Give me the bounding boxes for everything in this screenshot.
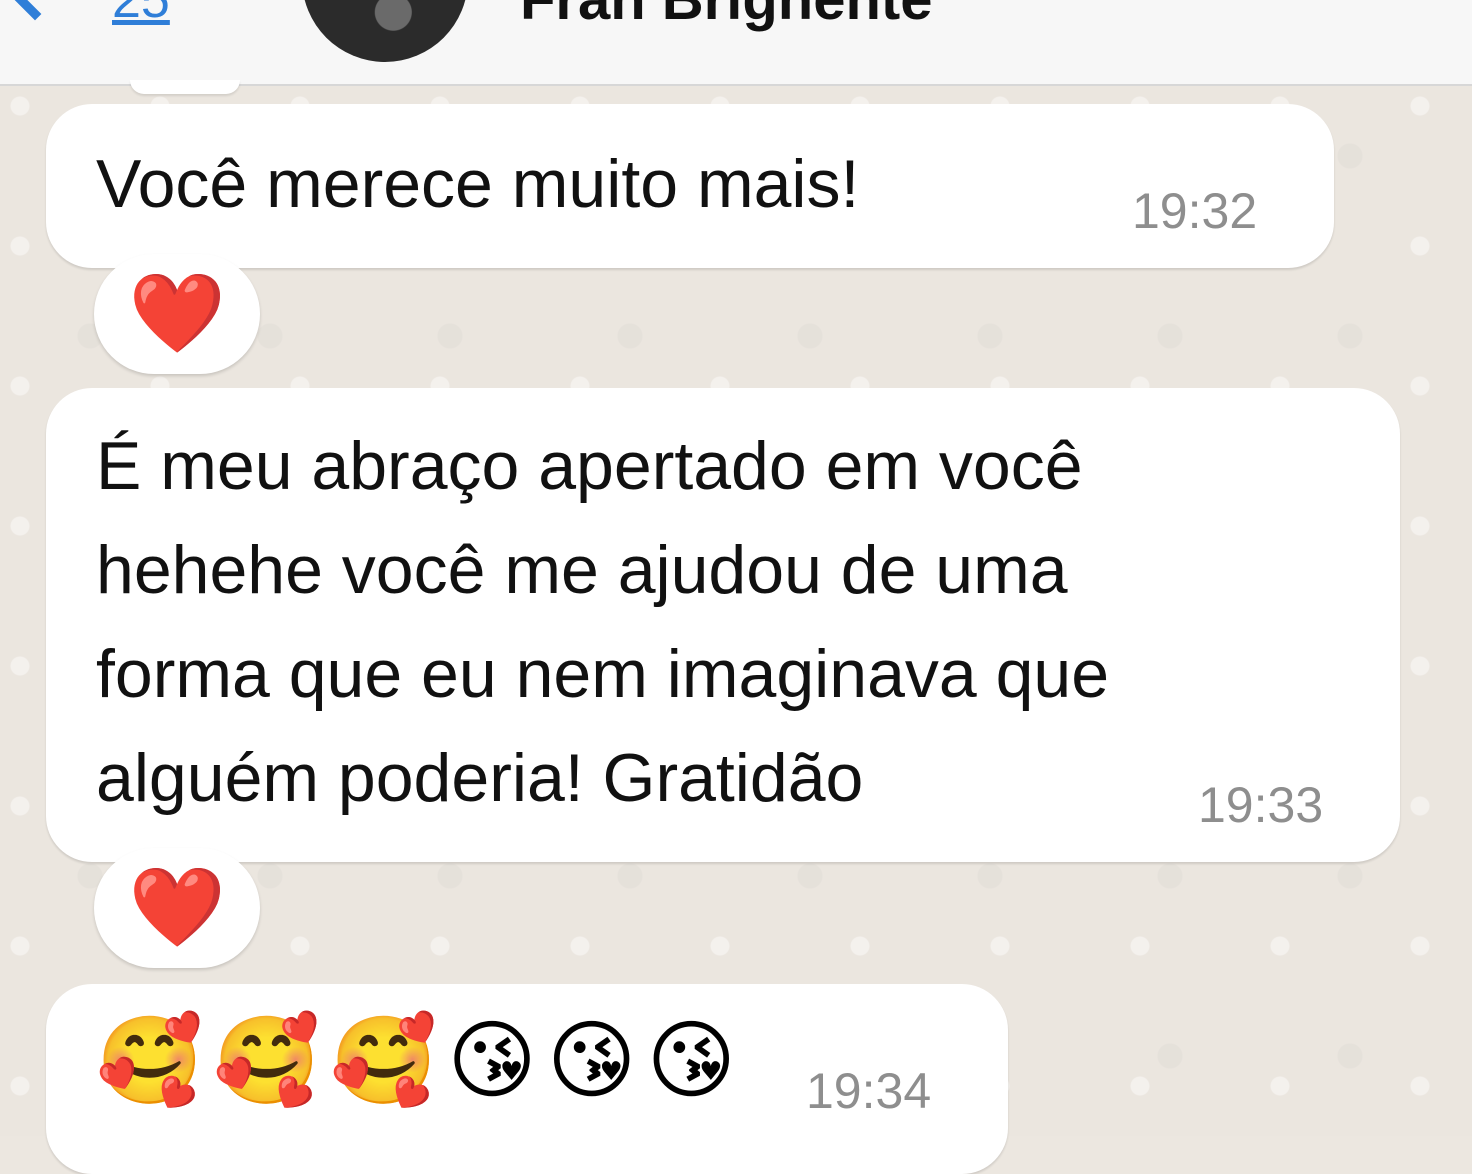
message-text: É meu abraço apertado em você hehehe voc… [96, 428, 1110, 816]
message-timestamp: 19:32 [1132, 183, 1258, 239]
message-timestamp: 19:33 [1198, 777, 1324, 833]
message-text: Você merece muito mais! [96, 146, 860, 222]
red-heart-icon: ❤️ [128, 269, 226, 357]
red-heart-icon: ❤️ [128, 863, 226, 951]
message-reaction[interactable]: ❤️ [94, 848, 260, 968]
back-unread-count[interactable]: 25 [112, 0, 170, 30]
message-bubble[interactable]: É meu abraço apertado em você hehehe voc… [46, 388, 1400, 862]
message-text: 🥰🥰🥰😘😘😘 [96, 1013, 747, 1109]
chevron-left-icon[interactable] [0, 0, 71, 21]
avatar[interactable] [302, 0, 468, 62]
message-bubble[interactable]: Você merece muito mais! 19:32 [46, 104, 1334, 268]
previous-reaction-edge [130, 80, 240, 94]
chat-header: 25 Fran Brighente [0, 0, 1472, 86]
message-timestamp: 19:34 [806, 1063, 932, 1119]
message-reaction[interactable]: ❤️ [94, 254, 260, 374]
contact-name[interactable]: Fran Brighente [520, 0, 933, 33]
message-bubble[interactable]: 🥰🥰🥰😘😘😘 19:34 [46, 984, 1008, 1174]
